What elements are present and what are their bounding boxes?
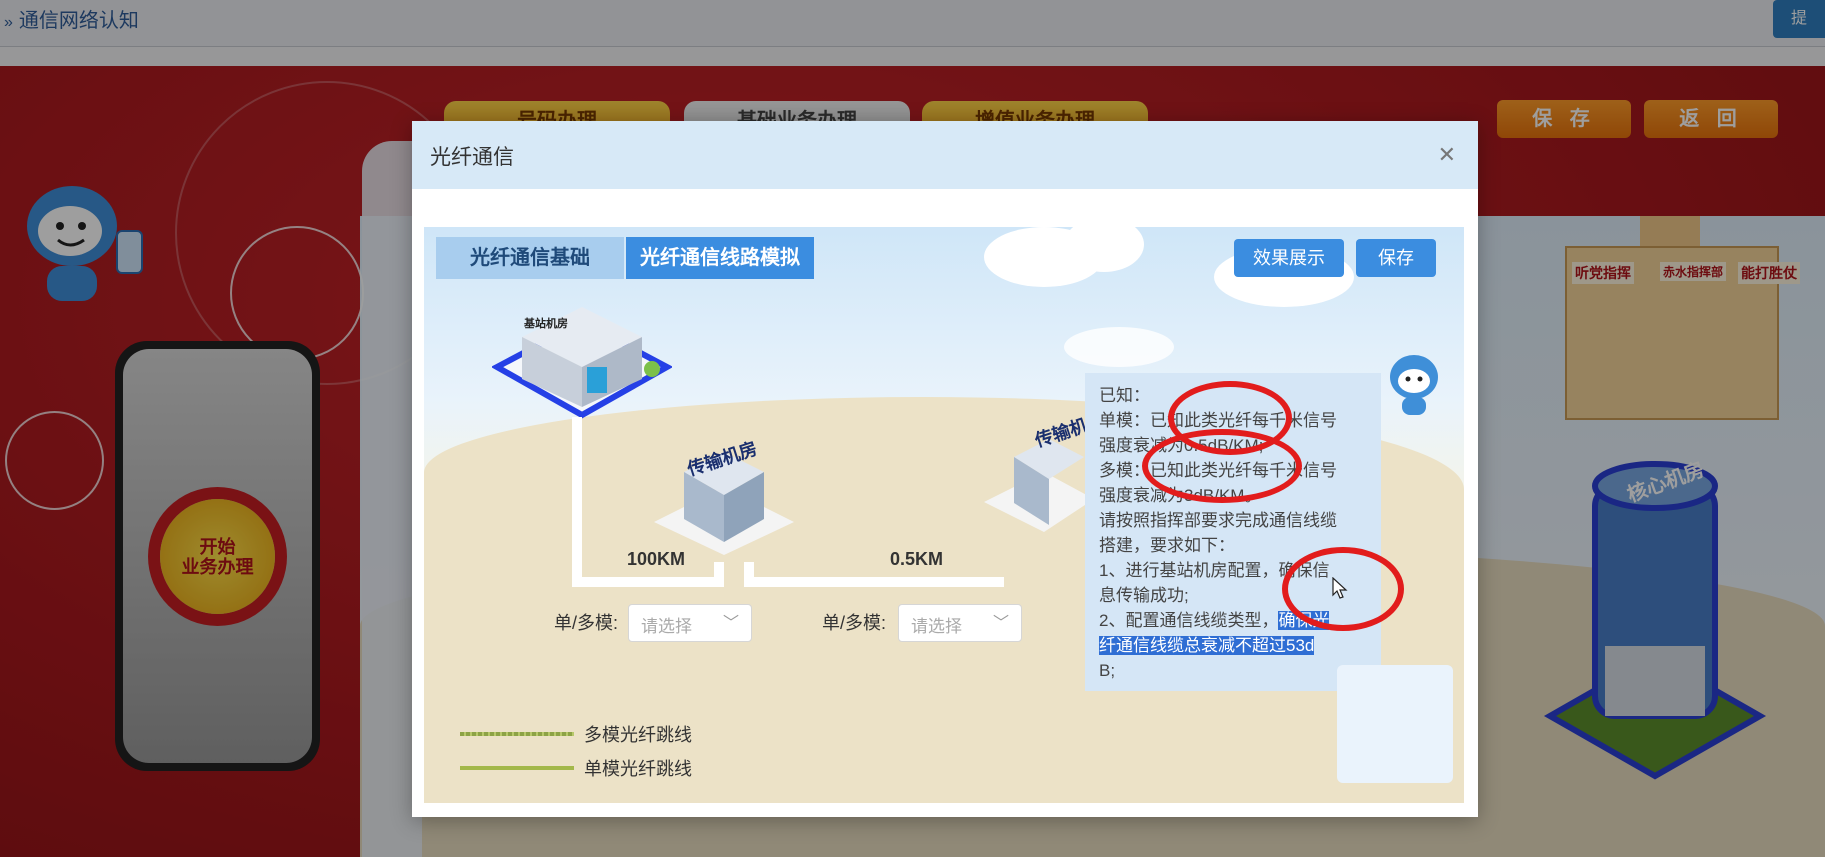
- info-side-box: [1337, 665, 1453, 783]
- mode-select-2[interactable]: 请选择 ﹀: [898, 604, 1022, 642]
- modal-header: 光纤通信 ✕: [412, 121, 1478, 189]
- fiber-route: [572, 577, 722, 587]
- distance-label: 100KM: [627, 549, 686, 569]
- singlemode-legend-label: 单模光纤跳线: [584, 759, 692, 779]
- fiber-modal: 光纤通信 ✕ 光纤通信基础 光纤通信线路模拟 效果展示 保存 基站机房 传输机房…: [412, 121, 1478, 817]
- mode-select-1[interactable]: 请选择 ﹀: [628, 604, 752, 642]
- instruction-line: 纤通信线缆总衰减不超过53d: [1099, 633, 1371, 658]
- fiber-scene: 光纤通信基础 光纤通信线路模拟 效果展示 保存 基站机房 传输机房 传输机 10…: [424, 227, 1464, 803]
- base-station-room[interactable]: [492, 297, 672, 427]
- fiber-route: [714, 562, 724, 587]
- multimode-legend-label: 多模光纤跳线: [584, 725, 692, 745]
- modal-title: 光纤通信: [430, 146, 514, 169]
- mouse-cursor-icon: [1332, 577, 1348, 599]
- select-placeholder: 请选择: [641, 617, 692, 636]
- tab-fiber-line-simulation[interactable]: 光纤通信线路模拟: [626, 237, 814, 279]
- singlemode-legend-line: [460, 766, 574, 770]
- tab-fiber-basics[interactable]: 光纤通信基础: [436, 237, 624, 279]
- fiber-route: [744, 577, 1004, 587]
- mode-select-label: 单/多模:: [554, 613, 619, 633]
- instruction-text: 2、配置通信线缆类型，: [1099, 611, 1279, 630]
- instruction-line: B;: [1099, 661, 1116, 680]
- selected-text: 纤通信线缆总衰减不超过53d: [1099, 636, 1315, 655]
- robot-mascot-icon: [1390, 355, 1438, 415]
- select-placeholder: 请选择: [911, 617, 962, 636]
- annotation-circle: [1142, 429, 1302, 503]
- fiber-route: [572, 417, 582, 587]
- chevron-down-icon: ﹀: [722, 615, 739, 632]
- close-icon[interactable]: ✕: [1438, 144, 1456, 166]
- multimode-legend-line: [460, 732, 574, 736]
- instruction-line: 请按照指挥部要求完成通信线缆: [1099, 511, 1337, 530]
- save-button[interactable]: 保存: [1356, 239, 1436, 277]
- cloud: [1064, 327, 1174, 367]
- base-station-label: 基站机房: [524, 318, 568, 330]
- mode-select-label: 单/多模:: [822, 613, 887, 633]
- effect-display-button[interactable]: 效果展示: [1234, 239, 1344, 277]
- distance-label: 0.5KM: [890, 549, 944, 569]
- chevron-down-icon: ﹀: [992, 615, 1009, 632]
